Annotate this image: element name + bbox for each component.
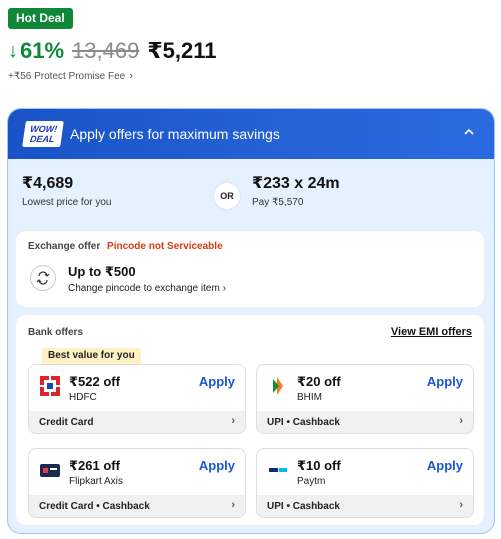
exchange-title: Exchange offer Pincode not Serviceable xyxy=(28,241,223,252)
hot-deal-badge: Hot Deal xyxy=(8,8,73,29)
chevron-right-icon: › xyxy=(459,415,463,427)
mrp-price: 13,469 xyxy=(72,38,140,63)
offer-footer[interactable]: Credit Card › xyxy=(29,411,245,433)
price-compare: ₹4,689 Lowest price for you OR ₹233 x 24… xyxy=(16,165,484,223)
fee-text: +₹56 Protect Promise Fee xyxy=(8,70,126,82)
chevron-right-icon: › xyxy=(222,283,226,294)
offer-amount: ₹10 off xyxy=(297,458,341,473)
offer-type: Credit Card xyxy=(39,416,94,428)
chevron-right-icon: › xyxy=(459,499,463,511)
offer-amount: ₹20 off xyxy=(297,374,341,389)
lowest-price-block: ₹4,689 Lowest price for you xyxy=(22,173,112,208)
emi-total: Pay ₹5,570 xyxy=(252,197,304,208)
offer-footer[interactable]: UPI • Cashback › xyxy=(257,411,473,433)
offer-bank: HDFC xyxy=(69,392,97,403)
change-pincode-link[interactable]: Change pincode to exchange item › xyxy=(68,283,226,294)
down-arrow-icon: ↓ xyxy=(8,39,18,62)
exchange-amount: Up to ₹500 xyxy=(68,264,136,279)
offer-type: UPI • Cashback xyxy=(267,416,340,428)
paytm-logo-icon xyxy=(267,459,289,481)
bank-offers-card: Bank offers View EMI offers Best value f… xyxy=(16,315,484,525)
bank-offer-flipkart-axis[interactable]: ₹261 off Flipkart Axis Apply Credit Card… xyxy=(28,448,246,518)
price-row: ↓ 61% 13,469 ₹5,211 xyxy=(8,36,217,66)
wow-logo-line2: DEAL xyxy=(29,134,56,144)
apply-button[interactable]: Apply xyxy=(427,458,463,473)
exchange-label: Exchange offer xyxy=(28,241,101,252)
bank-offer-hdfc[interactable]: ₹522 off HDFC Apply Credit Card › xyxy=(28,364,246,434)
pincode-warning: Pincode not Serviceable xyxy=(107,241,223,252)
offer-type: UPI • Cashback xyxy=(267,500,340,512)
bhim-logo-icon xyxy=(267,375,289,397)
offer-bank: Paytm xyxy=(297,476,326,487)
discount-value: 61% xyxy=(20,38,65,63)
lowest-price-label: Lowest price for you xyxy=(22,197,112,208)
offer-bank: Flipkart Axis xyxy=(69,476,123,487)
offer-footer[interactable]: UPI • Cashback › xyxy=(257,495,473,517)
chevron-right-icon: › xyxy=(129,70,133,82)
exchange-offer-card: Exchange offer Pincode not Serviceable U… xyxy=(16,231,484,307)
apply-button[interactable]: Apply xyxy=(199,458,235,473)
offer-bank: BHIM xyxy=(297,392,322,403)
chevron-right-icon: › xyxy=(231,499,235,511)
bank-offer-bhim[interactable]: ₹20 off BHIM Apply UPI • Cashback › xyxy=(256,364,474,434)
offer-type: Credit Card • Cashback xyxy=(39,500,150,512)
offers-header[interactable]: WOW! DEAL Apply offers for maximum savin… xyxy=(8,109,494,159)
best-value-badge: Best value for you xyxy=(42,348,141,364)
wow-deal-logo: WOW! DEAL xyxy=(22,121,64,147)
discount-percent: ↓ 61% xyxy=(8,38,64,64)
offer-footer[interactable]: Credit Card • Cashback › xyxy=(29,495,245,517)
flipkart-axis-card-icon xyxy=(39,459,61,481)
emi-price: ₹233 x 24m xyxy=(252,175,340,192)
view-emi-offers-link[interactable]: View EMI offers xyxy=(391,326,472,338)
exchange-icon xyxy=(30,265,56,291)
apply-button[interactable]: Apply xyxy=(199,374,235,389)
offers-title: Apply offers for maximum savings xyxy=(70,126,280,142)
bank-offers-title: Bank offers xyxy=(28,327,84,338)
emi-price-block: ₹233 x 24m Pay ₹5,570 xyxy=(252,173,340,208)
chevron-up-icon[interactable] xyxy=(462,125,476,139)
wow-logo-line1: WOW! xyxy=(29,124,58,134)
offers-card: WOW! DEAL Apply offers for maximum savin… xyxy=(7,108,495,534)
offer-amount: ₹261 off xyxy=(69,458,120,473)
change-pincode-text: Change pincode to exchange item xyxy=(68,283,220,294)
offer-amount: ₹522 off xyxy=(69,374,120,389)
final-price: ₹5,211 xyxy=(147,38,217,63)
bank-offer-paytm[interactable]: ₹10 off Paytm Apply UPI • Cashback › xyxy=(256,448,474,518)
apply-button[interactable]: Apply xyxy=(427,374,463,389)
protect-promise-fee[interactable]: +₹56 Protect Promise Fee › xyxy=(8,70,133,82)
lowest-price: ₹4,689 xyxy=(22,175,74,192)
hdfc-logo-icon xyxy=(39,375,61,397)
chevron-right-icon: › xyxy=(231,415,235,427)
offers-body: ₹4,689 Lowest price for you OR ₹233 x 24… xyxy=(12,159,490,529)
or-badge: OR xyxy=(214,183,240,209)
